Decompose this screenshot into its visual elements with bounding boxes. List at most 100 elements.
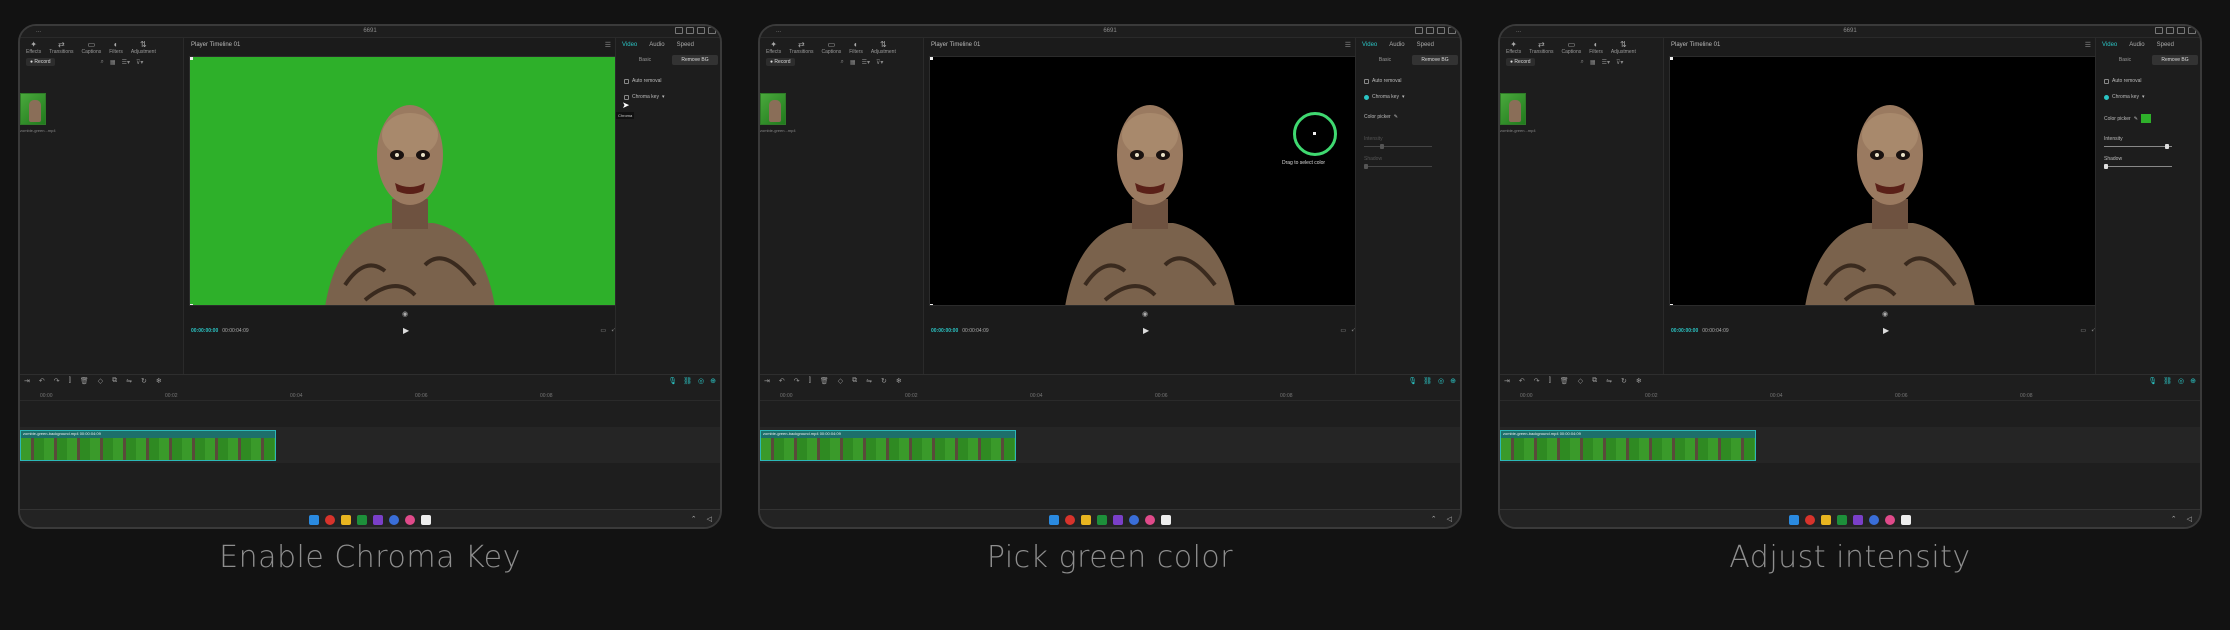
chrome-icon[interactable] [1145, 514, 1155, 525]
filter-icon[interactable]: ⊽▾ [1616, 59, 1623, 66]
zoom-icon[interactable]: ⊕ [2190, 377, 2196, 385]
menu-icon[interactable]: ☰ [1345, 41, 1351, 49]
zoom-icon[interactable]: ⊕ [1450, 377, 1456, 385]
rotate-icon[interactable]: ↻ [1621, 377, 1627, 389]
snapshot-icon[interactable]: ◉ [1142, 310, 1148, 318]
tool-effects[interactable]: ✦ Effects [1506, 41, 1521, 56]
capcut-icon[interactable] [1901, 514, 1911, 525]
tool-captions[interactable]: ▭ Captions [821, 41, 841, 56]
split-icon[interactable]: ⫿ [809, 377, 811, 389]
filter-icon[interactable]: ⊽▾ [136, 59, 143, 66]
delete-icon[interactable]: 🗑 [1560, 377, 1569, 389]
tool-filters[interactable]: ◐ Filters [109, 41, 123, 56]
resize-handle[interactable] [930, 57, 933, 60]
tab-audio[interactable]: Audio [1389, 42, 1404, 48]
tool-captions[interactable]: ▭ Captions [1561, 41, 1581, 56]
intensity-slider[interactable] [1364, 144, 1432, 149]
ratio-icon[interactable]: ▭ [600, 327, 606, 334]
notification-icon[interactable]: ◁ [2187, 515, 2192, 523]
tool-adjustment[interactable]: ⇅ Adjustment [1611, 41, 1636, 56]
color-picker-ring[interactable] [1293, 112, 1337, 156]
resize-handle[interactable] [930, 304, 933, 305]
tray-chevron-icon[interactable]: ⌃ [691, 515, 697, 523]
record-button[interactable]: ● Record [1506, 58, 1535, 66]
select-icon[interactable]: ⇥ [24, 377, 30, 389]
link-icon[interactable]: ⛓ [1423, 377, 1432, 385]
tab-audio[interactable]: Audio [2129, 42, 2144, 48]
filter-icon[interactable]: ⊽▾ [876, 59, 883, 66]
shadow-slider-knob[interactable] [1364, 164, 1368, 169]
minimize-icon[interactable] [1426, 27, 1434, 34]
auto-removal-checkbox[interactable] [624, 78, 629, 84]
chroma-key-option[interactable]: Chroma key ▾ [624, 94, 664, 100]
freeze-icon[interactable]: ❄ [1636, 377, 1642, 389]
maximize-icon[interactable] [1437, 27, 1445, 34]
close-icon[interactable] [708, 27, 716, 34]
snapshot-icon[interactable]: ◉ [402, 310, 408, 318]
browser-icon[interactable] [1065, 514, 1075, 525]
close-icon[interactable] [2188, 27, 2196, 34]
zoom-icon[interactable]: ⊕ [710, 377, 716, 385]
subtab-basic[interactable]: Basic [622, 55, 668, 65]
subtab-basic[interactable]: Basic [1362, 55, 1408, 65]
chroma-key-checkbox[interactable] [2104, 94, 2109, 100]
maximize-icon[interactable] [697, 27, 705, 34]
capcut-icon[interactable] [1161, 514, 1171, 525]
snap-icon[interactable]: ◎ [2178, 377, 2184, 385]
tool-adjustment[interactable]: ⇅ Adjustment [131, 41, 156, 56]
notification-icon[interactable]: ◁ [707, 515, 712, 523]
vs-icon[interactable] [373, 514, 383, 525]
mic-icon[interactable]: 🎙 [2148, 377, 2157, 385]
marker-icon[interactable]: ◇ [98, 377, 103, 389]
resize-handle[interactable] [1670, 57, 1673, 60]
grid-icon[interactable]: ▦ [1590, 59, 1596, 66]
start-icon[interactable] [1049, 514, 1059, 525]
app-icon[interactable] [1869, 514, 1879, 525]
intensity-slider-knob[interactable] [1380, 144, 1384, 149]
crop-icon[interactable]: ⧉ [852, 377, 857, 389]
mirror-icon[interactable]: ⇋ [126, 377, 132, 389]
folder-icon[interactable] [1821, 514, 1831, 525]
mic-icon[interactable]: 🎙 [668, 377, 677, 385]
select-icon[interactable]: ⇥ [1504, 377, 1510, 389]
layout-icon[interactable] [2155, 27, 2163, 34]
shadow-slider[interactable] [1364, 164, 1432, 169]
chroma-key-checkbox[interactable] [1364, 94, 1369, 100]
eyedropper-icon[interactable]: ✎ [2134, 116, 2138, 122]
tool-transitions[interactable]: ⇄ Transitions [49, 41, 73, 56]
link-icon[interactable]: ⛓ [2163, 377, 2172, 385]
color-swatch[interactable] [2140, 114, 2151, 123]
search-icon[interactable]: ⌕ [1581, 59, 1584, 66]
vs-icon[interactable] [1113, 514, 1123, 525]
subtab-remove-bg[interactable]: Remove BG [1412, 55, 1458, 65]
chroma-key-option[interactable]: Chroma key ▾ [1364, 94, 1404, 100]
folder-icon[interactable] [1081, 514, 1091, 525]
auto-removal-checkbox[interactable] [2104, 78, 2109, 84]
tool-effects[interactable]: ✦ Effects [766, 41, 781, 56]
undo-icon[interactable]: ↶ [39, 377, 45, 389]
app-icon[interactable] [389, 514, 399, 525]
tool-transitions[interactable]: ⇄ Transitions [1529, 41, 1553, 56]
tool-effects[interactable]: ✦ Effects [26, 41, 41, 56]
tab-audio[interactable]: Audio [649, 42, 664, 48]
resize-handle[interactable] [190, 304, 193, 305]
intensity-slider-knob[interactable] [2164, 144, 2169, 149]
redo-icon[interactable]: ↷ [54, 377, 60, 389]
excel-icon[interactable] [1837, 514, 1847, 525]
tray-chevron-icon[interactable]: ⌃ [1431, 515, 1437, 523]
play-button[interactable]: ▶ [1143, 326, 1149, 335]
shadow-slider[interactable] [2104, 164, 2172, 169]
timeline-clip[interactable]: zombie-green-background.mp4 00:00:04:09 [760, 430, 1016, 461]
browser-icon[interactable] [1805, 514, 1815, 525]
tab-speed[interactable]: Speed [677, 42, 694, 48]
chrome-icon[interactable] [1885, 514, 1895, 525]
delete-icon[interactable]: 🗑 [80, 377, 89, 389]
rotate-icon[interactable]: ↻ [141, 377, 147, 389]
minimize-icon[interactable] [2166, 27, 2174, 34]
video-preview[interactable] [1669, 56, 2109, 306]
maximize-icon[interactable] [2177, 27, 2185, 34]
grid-icon[interactable]: ▦ [850, 59, 856, 66]
split-icon[interactable]: ⫿ [1549, 377, 1551, 389]
vs-icon[interactable] [1853, 514, 1863, 525]
tool-filters[interactable]: ◐ Filters [1589, 41, 1603, 56]
